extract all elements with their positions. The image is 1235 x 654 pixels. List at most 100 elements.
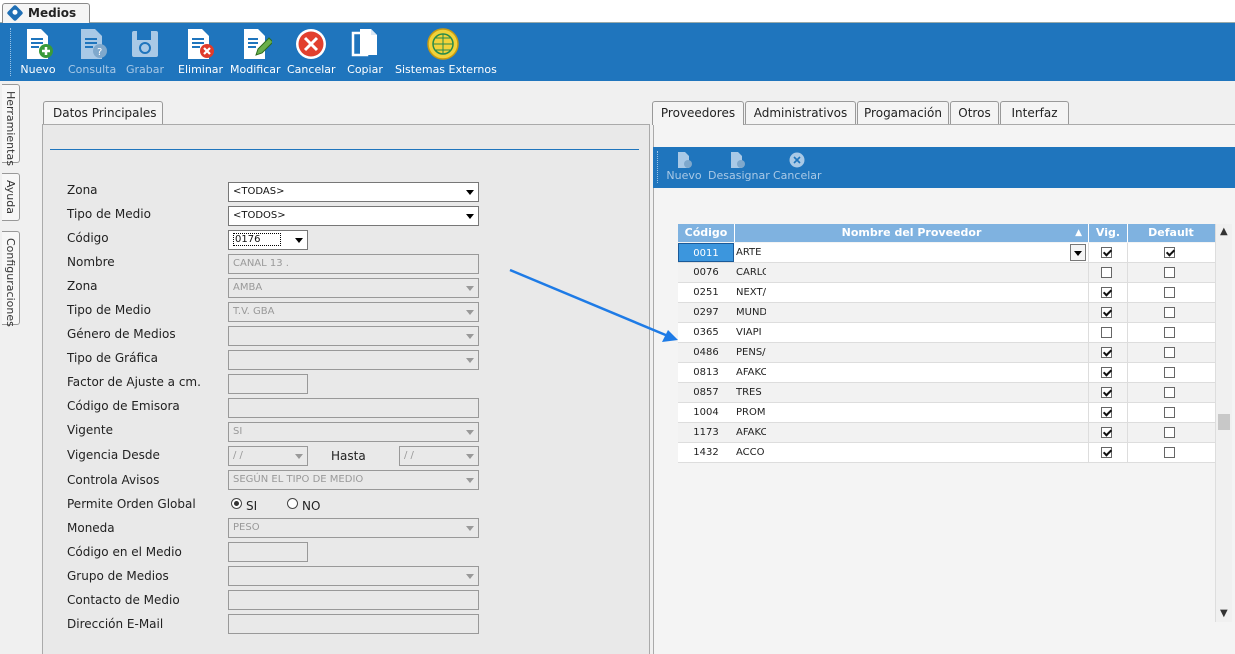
table-row[interactable]: 0011 ARTE xyxy=(678,243,1215,263)
factor-field[interactable] xyxy=(228,374,308,394)
email-field[interactable] xyxy=(228,614,479,634)
side-tab-configuraciones[interactable]: Configuraciones xyxy=(2,231,20,327)
tab-interfaz[interactable]: Interfaz xyxy=(1000,101,1069,124)
scroll-down-icon[interactable]: ▼ xyxy=(1220,608,1228,619)
default-checkbox[interactable] xyxy=(1164,387,1175,398)
tab-otros[interactable]: Otros xyxy=(950,101,999,124)
consulta-button[interactable]: ? Consulta xyxy=(68,27,116,79)
default-checkbox[interactable] xyxy=(1164,287,1175,298)
scroll-thumb[interactable] xyxy=(1218,414,1230,430)
grabar-button[interactable]: Grabar xyxy=(126,27,164,79)
tipo-medio-detail-select[interactable]: T.V. GBA xyxy=(228,302,479,322)
cell-nombre[interactable]: TRES xyxy=(736,383,766,402)
vig-checkbox[interactable] xyxy=(1101,407,1112,418)
default-checkbox[interactable] xyxy=(1164,407,1175,418)
tab-proveedores[interactable]: Proveedores xyxy=(652,101,744,125)
zona-detail-select[interactable]: AMBA xyxy=(228,278,479,298)
prov-cancelar-button[interactable]: Cancelar xyxy=(773,151,822,182)
eliminar-button[interactable]: Eliminar xyxy=(178,27,223,79)
document-tab-medios[interactable]: Medios xyxy=(2,3,90,23)
table-row[interactable]: 0486 PENS/ xyxy=(678,343,1215,363)
vig-checkbox[interactable] xyxy=(1101,387,1112,398)
cell-nombre[interactable]: CARLO xyxy=(736,263,766,282)
side-tab-herramientas[interactable]: Herramientas xyxy=(2,84,20,166)
default-checkbox[interactable] xyxy=(1164,367,1175,378)
cod-emisora-field[interactable] xyxy=(228,398,479,418)
tipo-medio-select[interactable]: <TODOS> xyxy=(228,206,479,226)
header-vig[interactable]: Vig. xyxy=(1089,224,1128,242)
cell-nombre[interactable]: VIAPI xyxy=(736,323,766,342)
radio-si[interactable] xyxy=(231,498,242,509)
vig-checkbox[interactable] xyxy=(1101,327,1112,338)
cell-nombre[interactable]: PROM xyxy=(736,403,766,422)
tipo-grafica-select[interactable] xyxy=(228,350,479,370)
sistemas-externos-button[interactable]: Sistemas Externos xyxy=(395,27,497,79)
default-checkbox[interactable] xyxy=(1164,427,1175,438)
cell-codigo[interactable]: 0857 xyxy=(678,383,734,402)
table-row[interactable]: 0297 MUND xyxy=(678,303,1215,323)
vig-checkbox[interactable] xyxy=(1101,447,1112,458)
vig-checkbox[interactable] xyxy=(1101,287,1112,298)
table-row[interactable]: 1432 ACCO xyxy=(678,443,1215,463)
moneda-select[interactable]: PESO xyxy=(228,518,479,538)
cell-nombre[interactable]: ARTE xyxy=(736,243,1088,262)
cell-codigo[interactable]: 0813 xyxy=(678,363,734,382)
vig-checkbox[interactable] xyxy=(1101,267,1112,278)
cancelar-button[interactable]: Cancelar xyxy=(287,27,336,79)
table-row[interactable]: 0857 TRES xyxy=(678,383,1215,403)
header-codigo[interactable]: Código xyxy=(678,224,735,242)
table-row[interactable]: 0076 CARLO xyxy=(678,263,1215,283)
modificar-button[interactable]: Modificar xyxy=(230,27,281,79)
codigo-select[interactable]: 0176 xyxy=(228,230,308,250)
cell-nombre[interactable]: PENS/ xyxy=(736,343,766,362)
tab-progamacion[interactable]: Progamación xyxy=(857,101,949,124)
default-checkbox[interactable] xyxy=(1164,307,1175,318)
tab-datos-principales[interactable]: Datos Principales xyxy=(43,101,163,124)
prov-desasignar-button[interactable]: Desasignar xyxy=(708,151,770,182)
nuevo-button[interactable]: Nuevo xyxy=(19,27,57,79)
prov-nuevo-button[interactable]: Nuevo xyxy=(666,151,702,182)
genero-select[interactable] xyxy=(228,326,479,346)
table-row[interactable]: 1173 AFAKC xyxy=(678,423,1215,443)
grid-vertical-scrollbar[interactable]: ▲ ▼ xyxy=(1215,224,1232,622)
controla-avisos-select[interactable]: SEGÚN EL TIPO DE MEDIO xyxy=(228,470,479,490)
default-checkbox[interactable] xyxy=(1164,267,1175,278)
scroll-up-icon[interactable]: ▲ xyxy=(1220,226,1228,237)
nombre-field[interactable]: CANAL 13 . xyxy=(228,254,479,274)
table-row[interactable]: 0251 NEXT/ xyxy=(678,283,1215,303)
zona-select[interactable]: <TODAS> xyxy=(228,182,479,202)
table-row[interactable]: 1004 PROM xyxy=(678,403,1215,423)
vig-checkbox[interactable] xyxy=(1101,347,1112,358)
default-checkbox[interactable] xyxy=(1164,327,1175,338)
copiar-button[interactable]: Copiar xyxy=(346,27,384,79)
header-default[interactable]: Default xyxy=(1128,224,1214,242)
default-checkbox[interactable] xyxy=(1164,247,1175,258)
default-checkbox[interactable] xyxy=(1164,447,1175,458)
cell-codigo[interactable]: 1004 xyxy=(678,403,734,422)
cell-nombre[interactable]: MUND xyxy=(736,303,766,322)
contacto-field[interactable] xyxy=(228,590,479,610)
vig-checkbox[interactable] xyxy=(1101,307,1112,318)
table-row[interactable]: 0813 AFAKC xyxy=(678,363,1215,383)
cell-nombre[interactable]: AFAKC xyxy=(736,363,766,382)
vig-checkbox[interactable] xyxy=(1101,367,1112,378)
radio-no[interactable] xyxy=(287,498,298,509)
cod-medio-field[interactable] xyxy=(228,542,308,562)
cell-codigo[interactable]: 1432 xyxy=(678,443,734,462)
cell-nombre[interactable]: AFAKC xyxy=(736,423,766,442)
vigencia-hasta-field[interactable]: / / xyxy=(399,446,479,466)
cell-codigo[interactable]: 1173 xyxy=(678,423,734,442)
vig-checkbox[interactable] xyxy=(1101,247,1112,258)
grupo-medios-select[interactable] xyxy=(228,566,479,586)
chevron-down-icon[interactable] xyxy=(1070,244,1086,261)
side-tab-ayuda[interactable]: Ayuda xyxy=(2,173,20,221)
vigencia-desde-field[interactable]: / / xyxy=(228,446,308,466)
vig-checkbox[interactable] xyxy=(1101,427,1112,438)
default-checkbox[interactable] xyxy=(1164,347,1175,358)
cell-nombre[interactable]: NEXT/ xyxy=(736,283,766,302)
tab-administrativos[interactable]: Administrativos xyxy=(745,101,856,124)
vigente-select[interactable]: SI xyxy=(228,422,479,442)
table-row[interactable]: 0365 VIAPI xyxy=(678,323,1215,343)
header-nombre[interactable]: Nombre del Proveedor ▲ xyxy=(735,224,1089,242)
cell-nombre[interactable]: ACCO xyxy=(736,443,766,462)
